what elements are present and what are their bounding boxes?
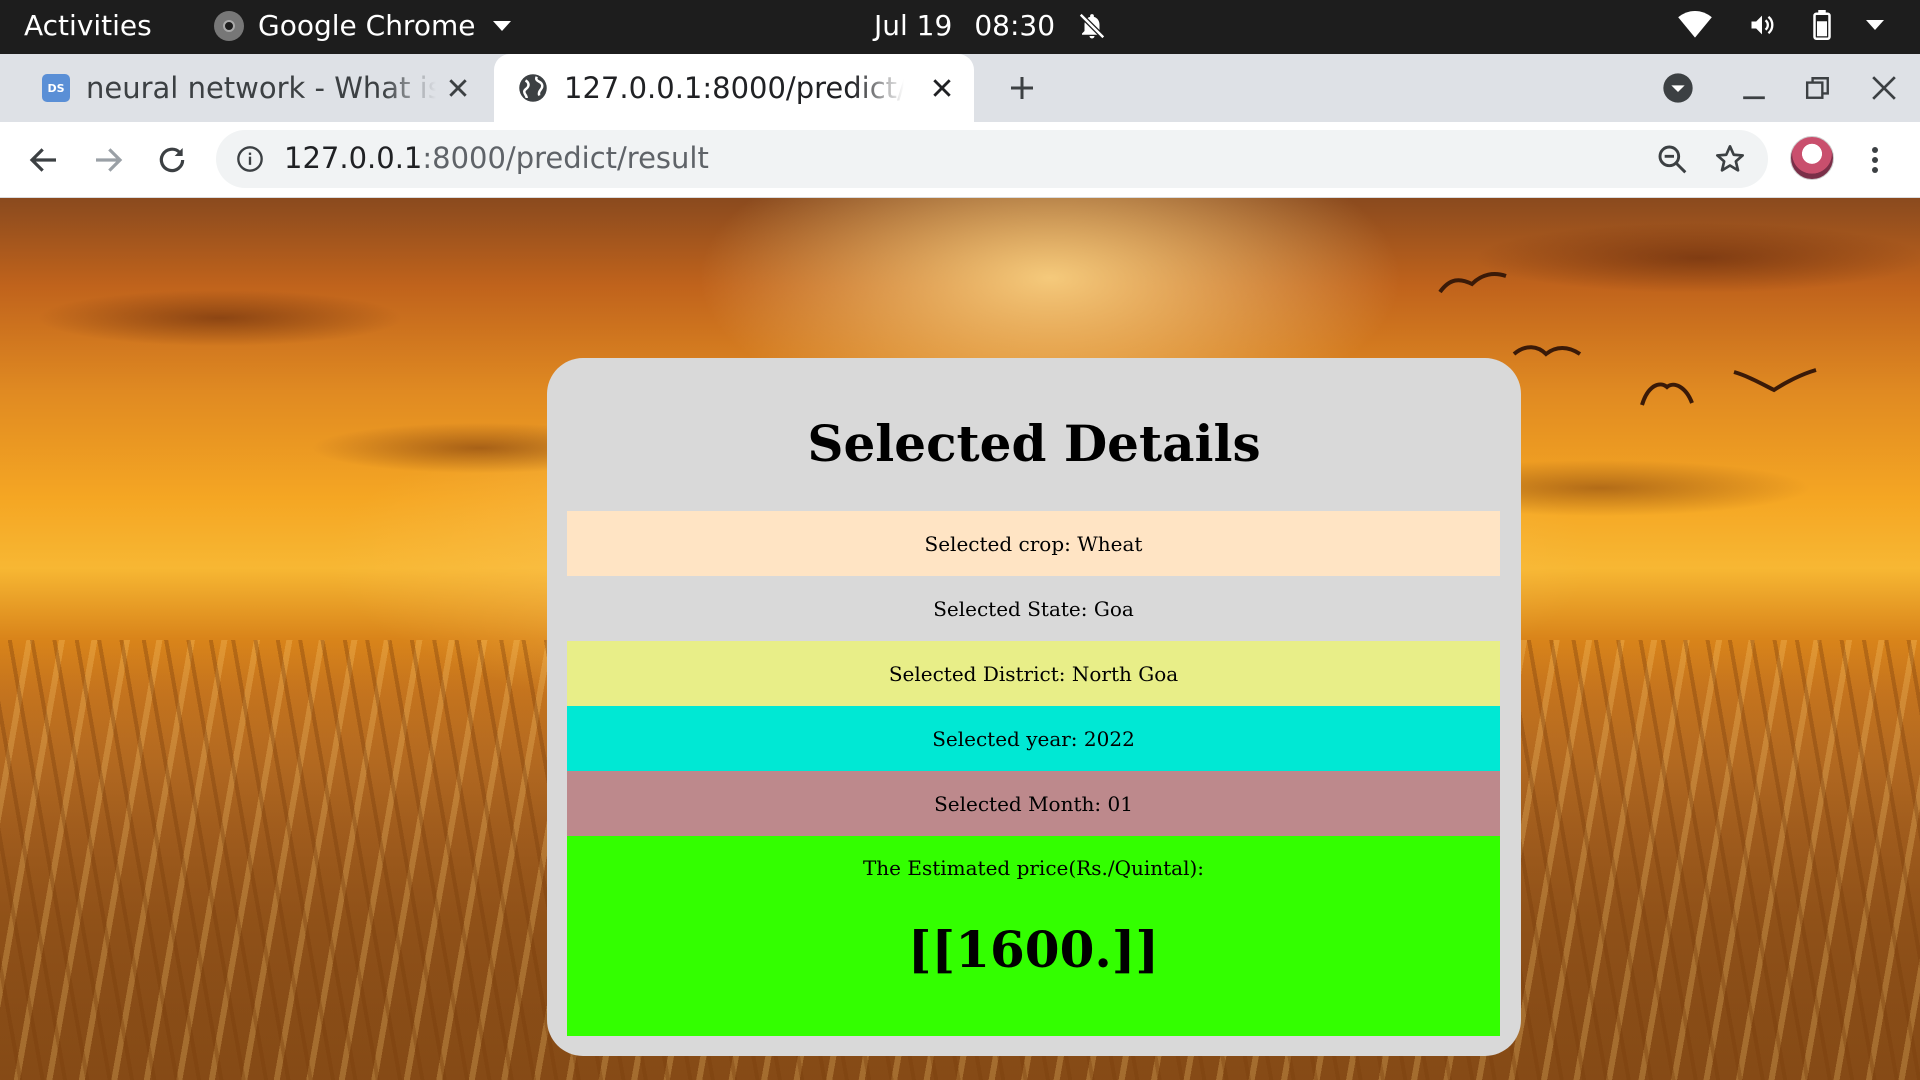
url-host: 127.0.0.1 <box>284 141 423 175</box>
close-window-button[interactable] <box>1864 68 1904 108</box>
clock[interactable]: Jul 19 08:30 <box>874 9 1107 42</box>
bird-icon <box>1438 272 1507 294</box>
app-menu-label: Google Chrome <box>258 9 476 42</box>
details-list: Selected crop: Wheat Selected State: Goa… <box>567 511 1500 1036</box>
tab-predict-result[interactable]: 127.0.0.1:8000/predict/result <box>494 54 974 122</box>
estimated-price-panel: The Estimated price(Rs./Quintal): [[1600… <box>567 836 1500 1036</box>
detail-row-crop: Selected crop: Wheat <box>567 511 1500 576</box>
volume-icon <box>1751 15 1774 35</box>
tab-strip: DS neural network - What is the 127.0.0.… <box>0 54 1920 122</box>
page-title: Selected Details <box>807 414 1261 473</box>
clock-date: Jul 19 <box>874 9 953 42</box>
minimize-button[interactable] <box>1734 68 1774 108</box>
tab-search-button[interactable] <box>1658 68 1698 108</box>
close-icon <box>1872 76 1896 100</box>
datascience-favicon-icon: DS <box>42 74 70 102</box>
address-bar[interactable]: 127.0.0.1:8000/predict/result <box>216 130 1768 188</box>
detail-row-year: Selected year: 2022 <box>567 706 1500 771</box>
detail-row-district: Selected District: North Goa <box>567 641 1500 706</box>
chrome-menu-button[interactable] <box>1862 138 1888 182</box>
app-menu[interactable]: Google Chrome <box>214 9 512 42</box>
url-text[interactable]: 127.0.0.1:8000/predict/result <box>284 141 709 175</box>
minimize-icon <box>1743 96 1765 100</box>
forward-button[interactable] <box>86 138 130 182</box>
back-button[interactable] <box>22 138 66 182</box>
restore-icon <box>1805 77 1829 99</box>
bird-icon <box>1512 345 1582 357</box>
wifi-icon <box>1678 11 1712 38</box>
plus-icon <box>1011 77 1033 99</box>
selected-details-card: Selected Details Selected crop: Wheat Se… <box>547 358 1521 1056</box>
close-icon[interactable] <box>928 74 956 102</box>
detail-row-month: Selected Month: 01 <box>567 771 1500 836</box>
tab-title: 127.0.0.1:8000/predict/result <box>564 71 904 105</box>
new-tab-button[interactable] <box>1002 68 1042 108</box>
more-vert-icon <box>1872 147 1878 173</box>
tab-title: neural network - What is the <box>86 71 436 105</box>
bird-icon <box>1733 368 1817 393</box>
reload-button[interactable] <box>150 138 194 182</box>
system-status-area[interactable] <box>1678 10 1884 40</box>
url-path: :8000/predict/result <box>422 141 709 175</box>
chevron-down-icon <box>493 20 512 31</box>
estimated-price-value: [[1600.]] <box>907 920 1160 979</box>
restore-button[interactable] <box>1798 68 1838 108</box>
clock-time: 08:30 <box>974 9 1056 42</box>
tab-search-icon <box>1663 73 1693 103</box>
chrome-icon <box>214 10 244 41</box>
browser-toolbar: 127.0.0.1:8000/predict/result <box>0 122 1920 198</box>
battery-icon <box>1813 10 1831 40</box>
reload-icon <box>159 147 185 173</box>
notifications-off-icon <box>1078 12 1106 39</box>
activities-button[interactable]: Activities <box>24 9 152 42</box>
globe-icon <box>519 74 547 102</box>
info-icon[interactable] <box>236 145 264 173</box>
detail-row-state: Selected State: Goa <box>567 576 1500 641</box>
estimated-price-label: The Estimated price(Rs./Quintal): <box>862 856 1205 880</box>
bookmark-star-icon[interactable] <box>1714 143 1746 175</box>
system-top-bar: Activities Google Chrome Jul 19 08:30 <box>0 0 1920 54</box>
arrow-left-icon <box>29 148 56 172</box>
chevron-down-icon <box>1866 20 1884 30</box>
arrow-right-icon <box>96 148 123 172</box>
zoom-out-icon[interactable] <box>1656 143 1688 175</box>
profile-avatar[interactable] <box>1790 136 1834 180</box>
close-icon[interactable] <box>444 74 472 102</box>
tab-neural-network[interactable]: DS neural network - What is the <box>28 54 490 122</box>
bird-icon <box>1640 382 1694 406</box>
